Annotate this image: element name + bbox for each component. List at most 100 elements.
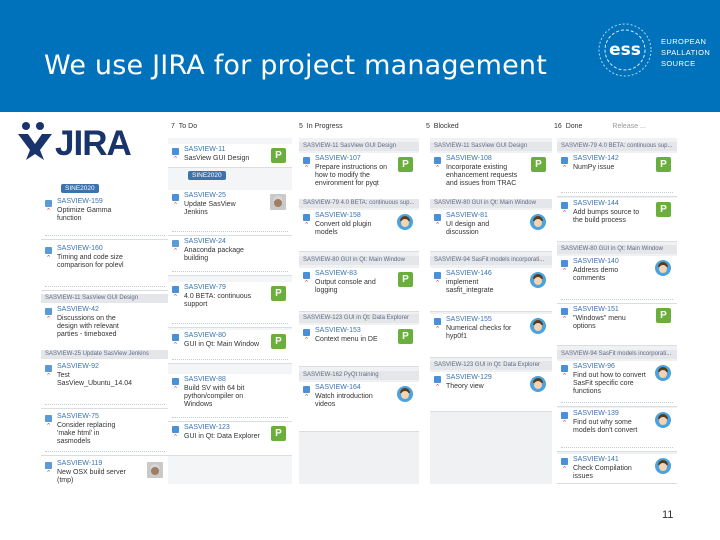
- assignee-avatar[interactable]: [147, 462, 163, 478]
- issue-key[interactable]: SASVIEW-83: [315, 270, 357, 277]
- issue-card[interactable]: ⌃ SASVIEW-144 Add bumps source to the bu…: [557, 198, 677, 242]
- issue-key[interactable]: SASVIEW-24: [184, 238, 226, 245]
- issue-card[interactable]: ⌃ SASVIEW-83 Output console and logging …: [299, 268, 419, 312]
- issue-card[interactable]: ⌃ SASVIEW-164 Watch introduction videos: [299, 382, 419, 432]
- issue-card[interactable]: ⌃ SASVIEW-96 Find out how to convert Sas…: [557, 361, 677, 407]
- issue-card[interactable]: ⌃ SASVIEW-24 Anaconda package building: [168, 236, 292, 276]
- issue-key[interactable]: SASVIEW-25: [184, 192, 226, 199]
- issue-key[interactable]: SASVIEW-81: [446, 212, 488, 219]
- issue-key[interactable]: SASVIEW-140: [573, 258, 619, 265]
- assignee-avatar[interactable]: [270, 194, 286, 210]
- task-icon: [303, 329, 310, 336]
- issue-key[interactable]: SASVIEW-164: [315, 384, 361, 391]
- jira-logo: JIRA: [16, 118, 132, 164]
- issue-key[interactable]: SASVIEW-119: [57, 460, 102, 467]
- assignee-avatar[interactable]: [530, 214, 546, 230]
- issue-key[interactable]: SASVIEW-144: [573, 200, 619, 207]
- issue-card[interactable]: ⌃ SASVIEW-158 Convert old plugin models: [299, 210, 419, 252]
- issue-key[interactable]: SASVIEW-108: [446, 155, 492, 162]
- issue-key[interactable]: SASVIEW-11: [184, 146, 225, 153]
- issue-card[interactable]: ⌃ SASVIEW-142 NumPy issue P: [557, 153, 677, 197]
- release-link[interactable]: Release ...: [612, 123, 645, 130]
- issue-card[interactable]: ⌃ SASVIEW-141 Check Compilation issues: [557, 454, 677, 484]
- assignee-avatar[interactable]: [655, 412, 671, 428]
- issue-card[interactable]: ⌃ SASVIEW-159 Optimize Gamma function: [41, 196, 169, 240]
- issue-key[interactable]: SASVIEW-141: [573, 456, 619, 463]
- issue-summary: New OSX build server (tmp): [57, 469, 126, 484]
- swimlane-header[interactable]: SASVIEW-79 4.0 BETA: continuous sup...: [299, 199, 419, 208]
- swimlane-header[interactable]: SASVIEW-79 4.0 BETA: continuous sup...: [557, 142, 677, 151]
- assignee-avatar[interactable]: [655, 458, 671, 474]
- issue-key[interactable]: SASVIEW-153: [315, 327, 361, 334]
- issue-key[interactable]: SASVIEW-75: [57, 413, 99, 420]
- issue-card[interactable]: ⌃ SASVIEW-140 Address demo comments: [557, 256, 677, 304]
- issue-card[interactable]: ⌃ SASVIEW-75 Consider replacing 'make ht…: [41, 411, 169, 456]
- issue-card[interactable]: ⌃ SASVIEW-11 SasView GUI Design P: [168, 144, 292, 168]
- issue-card[interactable]: ⌃ SASVIEW-81 UI design and discussion: [430, 210, 552, 252]
- issue-card[interactable]: ⌃ SASVIEW-155 Numerical checks for hyp0f…: [430, 314, 552, 358]
- issue-card[interactable]: ⌃ SASVIEW-108 Incorporate existing enhan…: [430, 153, 552, 205]
- swimlane-header[interactable]: SASVIEW-123 GUI in Qt: Data Explorer: [430, 361, 552, 370]
- issue-key[interactable]: SASVIEW-139: [573, 410, 619, 417]
- issue-key[interactable]: SASVIEW-155: [446, 316, 492, 323]
- swimlane-header[interactable]: SASVIEW-25 Update SasView Jenkins: [41, 350, 169, 359]
- swimlane-header[interactable]: SASVIEW-11 SasView GUI Design: [430, 142, 552, 151]
- page-number: 11: [662, 509, 674, 521]
- issue-card[interactable]: ⌃ SASVIEW-88 Build SV with 64 bit python…: [168, 374, 292, 422]
- assignee-avatar[interactable]: [397, 386, 413, 402]
- priority-icon: ⌃: [303, 280, 310, 287]
- issue-card[interactable]: ⌃ SASVIEW-123 GUI in Qt: Data Explorer P: [168, 422, 292, 456]
- issue-key[interactable]: SASVIEW-92: [57, 363, 99, 370]
- issue-key[interactable]: SASVIEW-107: [315, 155, 361, 162]
- swimlane-header[interactable]: SASVIEW-80 GUI in Qt: Main Window: [557, 245, 677, 254]
- issue-card[interactable]: ⌃ SASVIEW-107 Prepare instructions on ho…: [299, 153, 419, 205]
- priority-icon: ⌃: [561, 268, 568, 275]
- card-divider: [45, 451, 165, 453]
- assignee-avatar[interactable]: [530, 318, 546, 334]
- issue-card[interactable]: ⌃ SASVIEW-139 Find out why some models d…: [557, 408, 677, 452]
- assignee-avatar[interactable]: [530, 272, 546, 288]
- issue-key[interactable]: SASVIEW-96: [573, 363, 615, 370]
- issue-card[interactable]: ⌃ SASVIEW-92 Test SasView_Ubuntu_14.04: [41, 361, 169, 409]
- swimlane-header[interactable]: SASVIEW-94 SasFit models incorporati...: [430, 256, 552, 265]
- swimlane-header[interactable]: SASVIEW-94 SasFit models incorporati...: [557, 350, 677, 359]
- task-icon: [172, 378, 179, 385]
- jira-logo-icon: [18, 122, 52, 160]
- assignee-avatar[interactable]: [397, 214, 413, 230]
- issue-key[interactable]: SASVIEW-146: [446, 270, 492, 277]
- swimlane-header[interactable]: SASVIEW-11 SasView GUI Design: [299, 142, 419, 151]
- assignee-avatar[interactable]: [655, 365, 671, 381]
- issue-key[interactable]: SASVIEW-142: [573, 155, 619, 162]
- issue-key[interactable]: SASVIEW-158: [315, 212, 361, 219]
- issue-card[interactable]: ⌃ SASVIEW-146 implement sasfit_integrate: [430, 268, 552, 312]
- issue-key[interactable]: SASVIEW-129: [446, 374, 492, 381]
- swimlane-header[interactable]: SASVIEW-11 SasView GUI Design: [41, 294, 169, 303]
- assignee-avatar[interactable]: [530, 376, 546, 392]
- swimlane-header[interactable]: SASVIEW-80 GUI in Qt: Main Window: [299, 256, 419, 265]
- swimlane-header[interactable]: SASVIEW-162 PyQt training: [299, 371, 419, 380]
- issue-card[interactable]: ⌃ SASVIEW-119 New OSX build server (tmp): [41, 458, 169, 484]
- issue-summary: Watch introduction videos: [315, 393, 373, 408]
- issue-key[interactable]: SASVIEW-123: [184, 424, 230, 431]
- issue-card[interactable]: ⌃ SASVIEW-153 Context menu in DE P: [299, 325, 419, 367]
- swimlane-header[interactable]: SASVIEW-80 GUI in Qt: Main Window: [430, 199, 552, 208]
- issue-key[interactable]: SASVIEW-42: [57, 306, 99, 313]
- issue-card[interactable]: ⌃ SASVIEW-160 Timing and code size compa…: [41, 243, 169, 291]
- issue-key[interactable]: SASVIEW-80: [184, 332, 226, 339]
- epic-label[interactable]: SINE2020: [188, 171, 226, 180]
- epic-label[interactable]: SINE2020: [61, 184, 99, 193]
- issue-key[interactable]: SASVIEW-160: [57, 245, 103, 252]
- issue-key[interactable]: SASVIEW-79: [184, 284, 226, 291]
- issue-card[interactable]: ⌃ SASVIEW-129 Theory view: [430, 372, 552, 412]
- assignee-avatar[interactable]: [655, 260, 671, 276]
- issue-key[interactable]: SASVIEW-151: [573, 306, 619, 313]
- title-banner: We use JIRA for project management ess E…: [0, 0, 720, 112]
- issue-key[interactable]: SASVIEW-159: [57, 198, 103, 205]
- issue-card[interactable]: ⌃ SASVIEW-151 "Windows" menu options P: [557, 304, 677, 346]
- issue-card[interactable]: ⌃ SASVIEW-25 Update SasView Jenkins: [168, 190, 292, 236]
- swimlane-header[interactable]: SASVIEW-123 GUI in Qt: Data Explorer: [299, 314, 419, 323]
- column-count: 16: [554, 123, 562, 130]
- issue-key[interactable]: SASVIEW-88: [184, 376, 226, 383]
- issue-card[interactable]: ⌃ SASVIEW-80 GUI in Qt: Main Window P: [168, 330, 292, 364]
- issue-card[interactable]: ⌃ SASVIEW-79 4.0 BETA: continuous suppor…: [168, 282, 292, 328]
